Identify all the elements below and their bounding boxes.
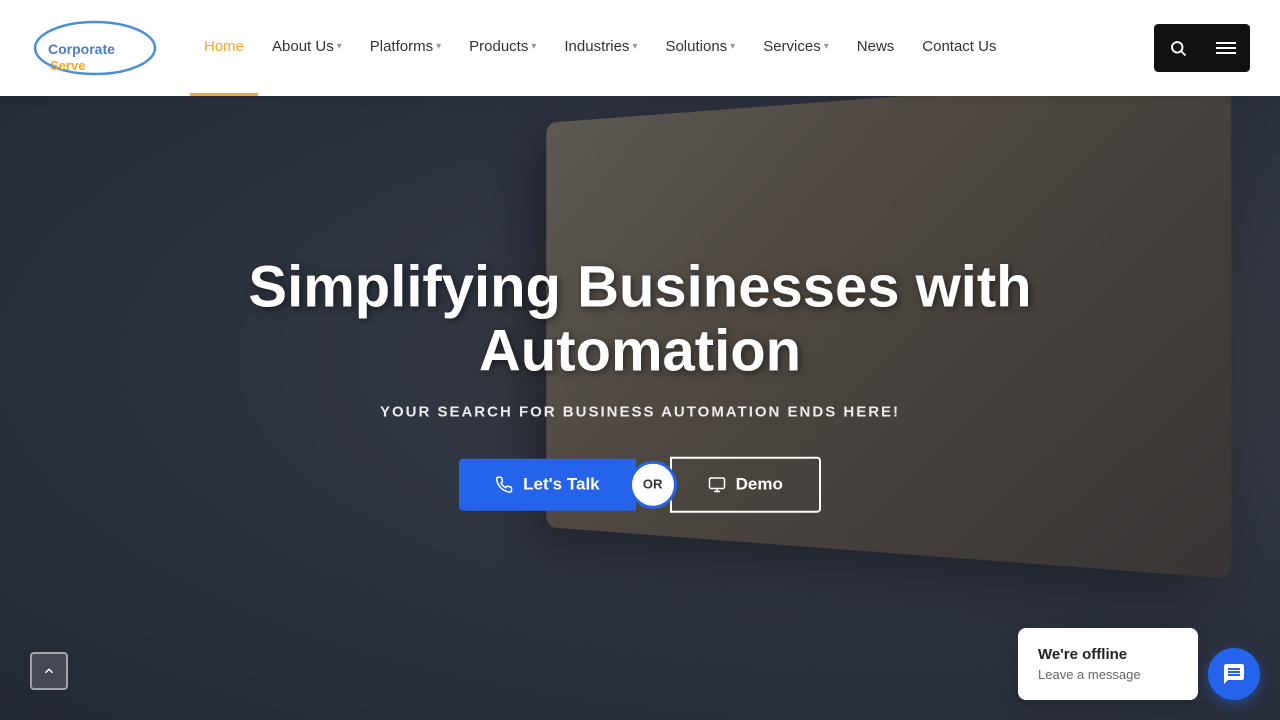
nav-about[interactable]: About Us ▾ [258,0,356,96]
nav-links: Home About Us ▾ Platforms ▾ Products ▾ I… [190,0,1154,96]
or-divider: OR [632,463,674,505]
svg-text:Corporate: Corporate [48,41,115,57]
scroll-up-button[interactable] [30,652,68,690]
hamburger-menu-button[interactable] [1202,24,1250,72]
chat-popup[interactable]: We're offline Leave a message [1018,628,1198,700]
chat-widget: We're offline Leave a message [1018,628,1260,700]
nav-platforms[interactable]: Platforms ▾ [356,0,455,96]
nav-services[interactable]: Services ▾ [749,0,843,96]
lets-talk-button[interactable]: Let's Talk [459,458,635,510]
hero-subtitle: YOUR SEARCH FOR BUSINESS AUTOMATION ENDS… [190,403,1090,420]
chat-status: We're offline [1038,646,1178,663]
search-button[interactable] [1154,24,1202,72]
nav-contact[interactable]: Contact Us [908,0,1010,96]
nav-solutions[interactable]: Solutions ▾ [651,0,749,96]
chevron-down-icon: ▾ [436,41,441,52]
demo-button[interactable]: Demo [670,456,821,512]
hero-title: Simplifying Businesses with Automation [190,256,1090,384]
nav-industries[interactable]: Industries ▾ [550,0,651,96]
svg-text:Serve: Serve [50,58,85,73]
chevron-down-icon: ▾ [632,41,637,52]
chat-cta: Leave a message [1038,667,1178,682]
search-menu-group [1154,24,1250,72]
chevron-down-icon: ▾ [337,41,342,52]
chevron-down-icon: ▾ [824,41,829,52]
hero-content: Simplifying Businesses with Automation Y… [190,208,1090,513]
nav-right-actions [1154,24,1250,72]
nav-news[interactable]: News [843,0,909,96]
chat-open-button[interactable] [1208,648,1260,700]
navbar: Corporate Serve Home About Us ▾ Platform… [0,0,1280,96]
nav-products[interactable]: Products ▾ [455,0,550,96]
nav-home[interactable]: Home [190,0,258,96]
logo[interactable]: Corporate Serve [30,18,160,78]
chevron-down-icon: ▾ [531,41,536,52]
hero-buttons: Let's Talk OR Demo [190,456,1090,512]
chevron-down-icon: ▾ [730,41,735,52]
